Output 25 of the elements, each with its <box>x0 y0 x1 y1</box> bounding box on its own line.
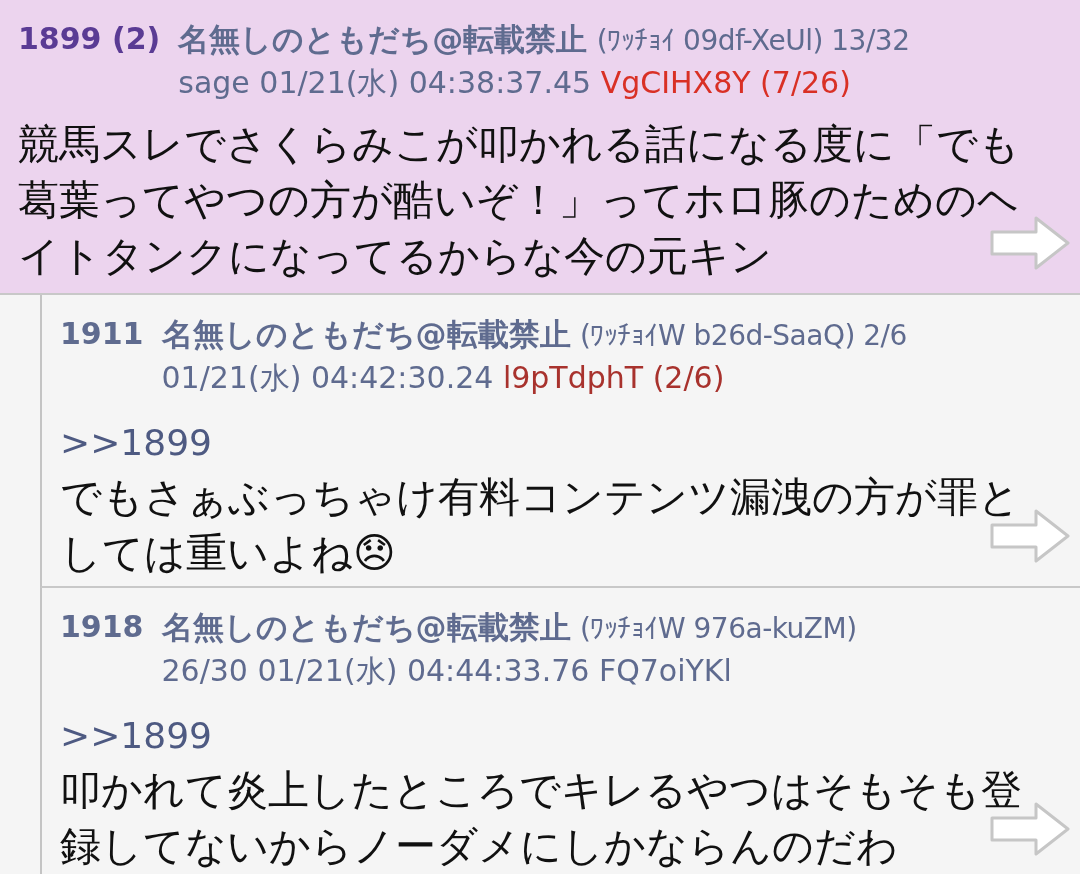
post-date: 01/21(水) 04:42:30.24 <box>161 360 494 395</box>
post-date: 26/30 01/21(水) 04:44:33.76 <box>161 653 590 688</box>
poster-name: 名無しのともだち@転載禁止 <box>161 609 571 645</box>
post-text-line: 叩かれて炎上したところでキレるやつはそもそも登 <box>60 765 1022 816</box>
poster-info: (ﾜｯﾁｮｲW 976a-kuZM) <box>580 612 857 645</box>
poster-name: 名無しのともだち@転載禁止 <box>178 21 588 57</box>
post-number[interactable]: 1918 <box>60 606 144 648</box>
post-text-line: 録してないからノーダメにしかならんのだわ <box>60 821 898 872</box>
post-number[interactable]: 1899 (2) <box>18 18 161 60</box>
reply-anchor-link[interactable]: >>1899 <box>60 710 1070 762</box>
post-number[interactable]: 1911 <box>60 313 144 355</box>
poster-name: 名無しのともだち@転載禁止 <box>161 316 571 352</box>
post-text-line: しては重いよね😞 <box>60 528 396 579</box>
reply-anchor-link[interactable]: >>1899 <box>60 417 1070 469</box>
poster-info: (ﾜｯﾁｮｲW b26d-SaaQ) 2/6 <box>580 319 907 352</box>
poster-id[interactable]: VgCIHX8Y (7/26) <box>600 65 851 100</box>
post-text-line: でもさぁぶっちゃけ有料コンテンツ漏洩の方が罪と <box>60 472 1020 523</box>
post-text-line: イトタンクになってるからな今の元キン <box>18 231 772 282</box>
post-date: sage 01/21(水) 04:38:37.45 <box>178 65 592 100</box>
poster-id[interactable]: l9pTdphT (2/6) <box>502 360 725 395</box>
post-text-line: 葛葉ってやつの方が酷いぞ！」ってホロ豚のためのヘ <box>18 175 1019 226</box>
right-arrow-icon[interactable] <box>990 215 1070 271</box>
poster-info: (ﾜｯﾁｮｲ 09df-XeUl) 13/32 <box>596 24 910 57</box>
post-text-line: 競馬スレでさくらみこが叩かれる話になる度に「でも <box>18 119 1020 170</box>
poster-id[interactable]: FQ7oiYKl <box>598 653 732 688</box>
